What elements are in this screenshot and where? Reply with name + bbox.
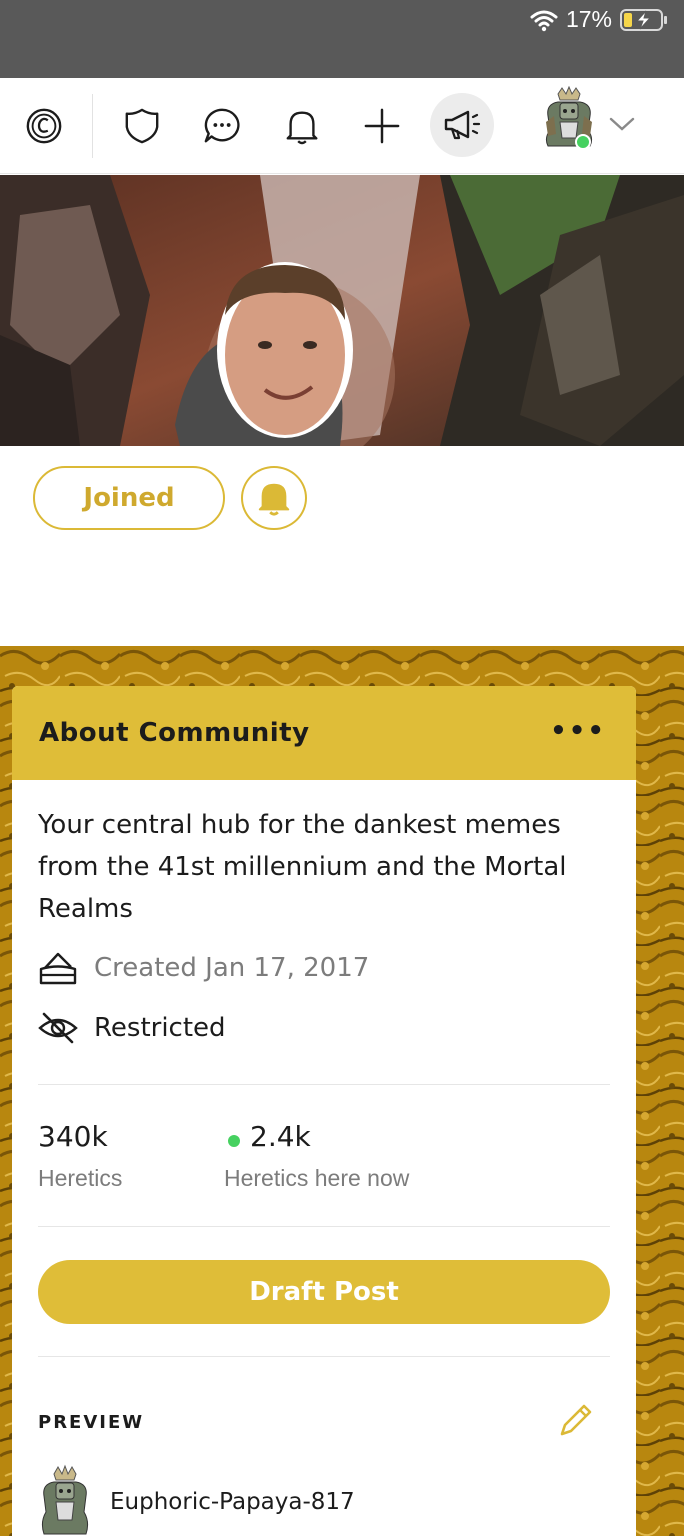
preview-username: Euphoric-Papaya-817: [110, 1489, 355, 1515]
online-indicator-dot: [228, 1135, 240, 1147]
coin-icon[interactable]: [24, 106, 64, 146]
created-date-row: Created Jan 17, 2017: [38, 950, 369, 986]
megaphone-icon[interactable]: [430, 93, 494, 157]
status-bar: 17%: [0, 0, 684, 78]
notification-bell-button[interactable]: [241, 466, 307, 530]
chat-icon[interactable]: [202, 106, 242, 146]
status-indicators: 17%: [530, 6, 668, 33]
restricted-row: Restricted: [38, 1010, 226, 1046]
bell-icon: [258, 483, 290, 516]
online-status-dot: [575, 134, 591, 150]
shield-icon[interactable]: [122, 106, 162, 146]
about-community-card: About Community ••• Your central hub for…: [12, 686, 636, 1536]
joined-button[interactable]: Joined: [33, 466, 225, 530]
nav-divider: [92, 94, 93, 158]
battery-charging-icon: [620, 8, 667, 31]
chevron-down-icon[interactable]: [606, 108, 638, 140]
wifi-icon: [530, 10, 558, 31]
divider: [38, 1084, 610, 1085]
bell-icon[interactable]: [282, 106, 322, 146]
community-type: Restricted: [94, 1013, 226, 1043]
members-count: 340k: [38, 1120, 108, 1153]
created-date: Created Jan 17, 2017: [94, 953, 370, 983]
eye-slash-icon: [38, 1012, 78, 1044]
edit-pencil-icon[interactable]: [556, 1400, 596, 1440]
divider: [38, 1226, 610, 1227]
preview-avatar: [41, 1464, 89, 1535]
online-count: 2.4k: [250, 1120, 311, 1153]
divider: [38, 1356, 610, 1357]
community-description: Your central hub for the dankest memes f…: [38, 810, 567, 924]
online-label: Heretics here now: [224, 1165, 410, 1191]
cake-icon: [39, 952, 77, 985]
plus-icon[interactable]: [362, 106, 402, 146]
preview-label: PREVIEW: [38, 1412, 145, 1433]
members-label: Heretics: [38, 1165, 123, 1191]
draft-post-button[interactable]: Draft Post: [38, 1260, 610, 1324]
more-options-button[interactable]: •••: [550, 716, 606, 746]
community-banner: [0, 175, 684, 446]
battery-percent: 17%: [565, 6, 612, 32]
card-header: About Community •••: [12, 686, 636, 780]
card-title: About Community: [39, 718, 310, 748]
top-navigation: [0, 78, 684, 252]
